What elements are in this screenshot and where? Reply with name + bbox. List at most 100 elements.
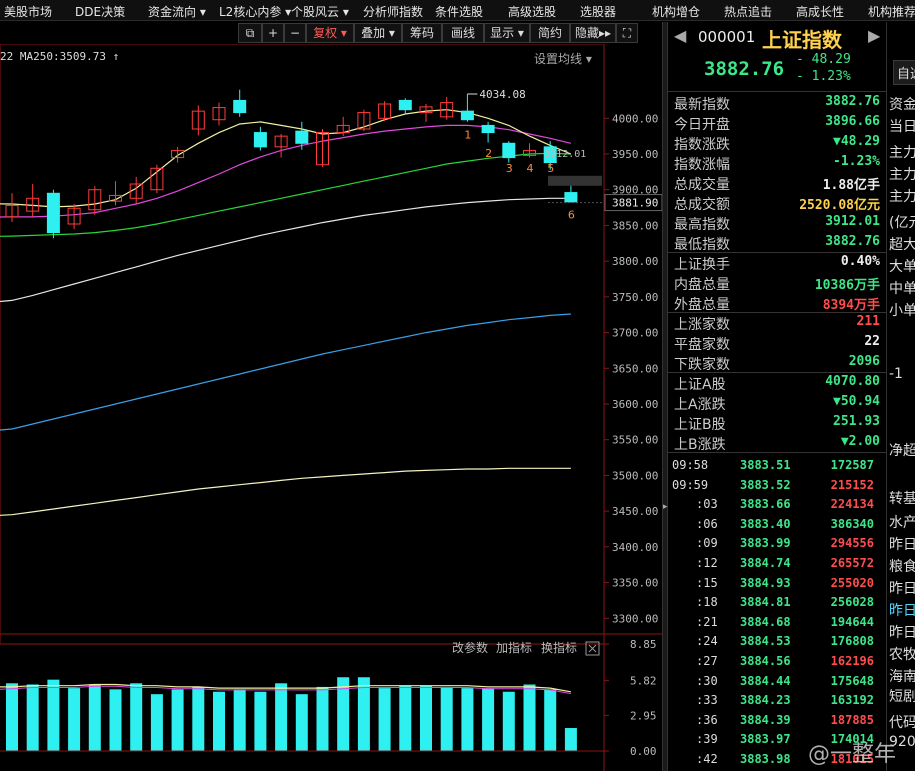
menu-item[interactable]: DDE决策: [75, 3, 125, 20]
volume-bar[interactable]: [26, 684, 39, 751]
quote-row: 上B涨跌 ▼2.00: [668, 433, 886, 453]
next-stock-icon[interactable]: ▶: [868, 26, 880, 45]
quote-row: 下跌家数 2096: [668, 353, 886, 373]
menu-item[interactable]: 条件选股: [435, 3, 483, 20]
sub-panel-add-indicator[interactable]: 加指标: [496, 640, 532, 655]
volume-bar[interactable]: [482, 688, 495, 751]
high-price-label: 4034.08: [479, 88, 525, 101]
quote-row: 上涨家数 211: [668, 313, 886, 333]
collapse-arrow-icon[interactable]: ▸: [663, 502, 668, 512]
tick-row: :06 3883.40 386340: [668, 515, 886, 534]
volume-bar[interactable]: [295, 694, 308, 751]
volume-bar[interactable]: [502, 691, 515, 751]
volume-bar[interactable]: [378, 688, 391, 751]
volume-bar[interactable]: [171, 689, 184, 751]
quote-value: -1.23%: [833, 154, 880, 169]
volume-bar[interactable]: [461, 688, 474, 751]
menu-item[interactable]: 个股风云 ▾: [291, 3, 349, 20]
candle-index-label: 3: [506, 162, 513, 175]
volume-bar[interactable]: [47, 679, 60, 751]
volume-bar[interactable]: [233, 689, 246, 751]
candle-body[interactable]: [253, 132, 267, 148]
candle-body[interactable]: [564, 192, 578, 203]
candle-index-label: 2: [485, 147, 492, 160]
quote-label: 上涨家数: [674, 317, 730, 333]
copy-icon[interactable]: ⧉: [238, 23, 262, 43]
menu-item[interactable]: 美股市场: [4, 3, 52, 20]
tick-row: :27 3884.56 162196: [668, 652, 886, 671]
prev-stock-icon[interactable]: ◀: [674, 26, 686, 45]
volume-bar[interactable]: [150, 694, 163, 751]
simple-mode-button[interactable]: 简约: [530, 23, 570, 43]
tick-row: :36 3884.39 187885: [668, 711, 886, 730]
candle-body[interactable]: [233, 99, 247, 114]
volume-bar[interactable]: [192, 686, 205, 751]
hide-button[interactable]: 隐藏▸▸: [570, 23, 616, 43]
volume-bar[interactable]: [523, 684, 536, 751]
zoom-in-icon[interactable]: +: [262, 23, 284, 43]
fund-flow-label: 昨日: [889, 603, 915, 619]
volume-bar[interactable]: [420, 685, 432, 751]
quote-value: 3882.76: [825, 234, 880, 249]
watchlist-tab[interactable]: 自选: [893, 60, 915, 85]
draw-line-button[interactable]: 画线: [442, 23, 484, 43]
overlay-button[interactable]: 叠加 ▾: [354, 23, 402, 43]
zoom-out-icon[interactable]: −: [284, 23, 306, 43]
tick-row: :03 3883.66 224134: [668, 495, 886, 514]
tick-volume: 386340: [830, 516, 874, 531]
menu-item[interactable]: L2核心内参 ▾: [219, 3, 291, 20]
tick-row: :24 3884.53 176808: [668, 632, 886, 651]
candle-body[interactable]: [398, 99, 412, 111]
candle-body[interactable]: [502, 142, 516, 159]
fund-flow-label: 农牧: [889, 647, 915, 663]
volume-bar[interactable]: [399, 685, 412, 751]
fund-flow-panel: 自选 资金当日主力主力主力(亿元超大大单中单小单-1净超转基水产昨日粮食昨日昨日…: [886, 22, 915, 771]
tick-time: :33: [696, 693, 718, 708]
menu-item[interactable]: 资金流向 ▾: [148, 3, 206, 20]
tick-time: :39: [696, 732, 718, 747]
quote-row: 上证A股 4070.80: [668, 373, 886, 393]
volume-bar[interactable]: [6, 683, 18, 751]
volume-bar[interactable]: [88, 684, 101, 751]
fund-flow-label: 大单: [889, 259, 915, 275]
display-button[interactable]: 显示 ▾: [484, 23, 530, 43]
volume-bar[interactable]: [254, 691, 267, 751]
candle-body[interactable]: [46, 192, 60, 234]
volume-bar[interactable]: [316, 686, 329, 751]
restore-rights-button[interactable]: 复权 ▾: [306, 23, 354, 43]
tick-row: :33 3884.23 163192: [668, 691, 886, 710]
menu-item[interactable]: 机构推荐: [868, 3, 915, 20]
chips-button[interactable]: 筹码: [402, 23, 442, 43]
volume-bar[interactable]: [275, 683, 288, 751]
tick-price: 3883.99: [740, 536, 791, 551]
tick-price: 3884.74: [740, 556, 791, 570]
volume-bar[interactable]: [544, 689, 557, 751]
volume-bar[interactable]: [440, 686, 453, 751]
sub-panel-change-param[interactable]: 改参数: [452, 640, 488, 655]
volume-bar[interactable]: [130, 683, 143, 751]
candle-body[interactable]: [295, 130, 309, 144]
menu-item[interactable]: 热点追击: [724, 3, 772, 20]
volume-bar[interactable]: [564, 728, 577, 751]
fund-flow-label: 主力: [889, 167, 915, 183]
kline-chart[interactable]: 4000.003950.003900.003850.003800.003750.…: [0, 44, 662, 771]
fullscreen-icon[interactable]: ⛶: [616, 23, 638, 43]
candle-body[interactable]: [481, 124, 495, 134]
ma250-line: [0, 467, 571, 516]
candle-index-label: 5: [547, 162, 554, 175]
menu-item[interactable]: 高级选股: [508, 3, 556, 20]
sub-panel-switch-indicator[interactable]: 换指标: [541, 640, 577, 655]
tick-volume: 265572: [830, 556, 874, 570]
menu-item[interactable]: 机构增仓: [652, 3, 700, 20]
volume-bar[interactable]: [357, 677, 370, 751]
menu-item[interactable]: 高成长性: [796, 3, 844, 20]
volume-bar[interactable]: [213, 691, 225, 751]
volume-bar[interactable]: [109, 689, 122, 751]
menu-item[interactable]: 选股器: [580, 3, 616, 20]
menu-item[interactable]: 分析师指数: [363, 3, 423, 20]
y-tick-label: 3300.00: [612, 612, 658, 625]
tick-volume: 176808: [830, 634, 874, 649]
volume-bar[interactable]: [68, 688, 81, 751]
candle-body[interactable]: [460, 110, 474, 121]
fund-flow-label: 昨日: [889, 625, 915, 641]
